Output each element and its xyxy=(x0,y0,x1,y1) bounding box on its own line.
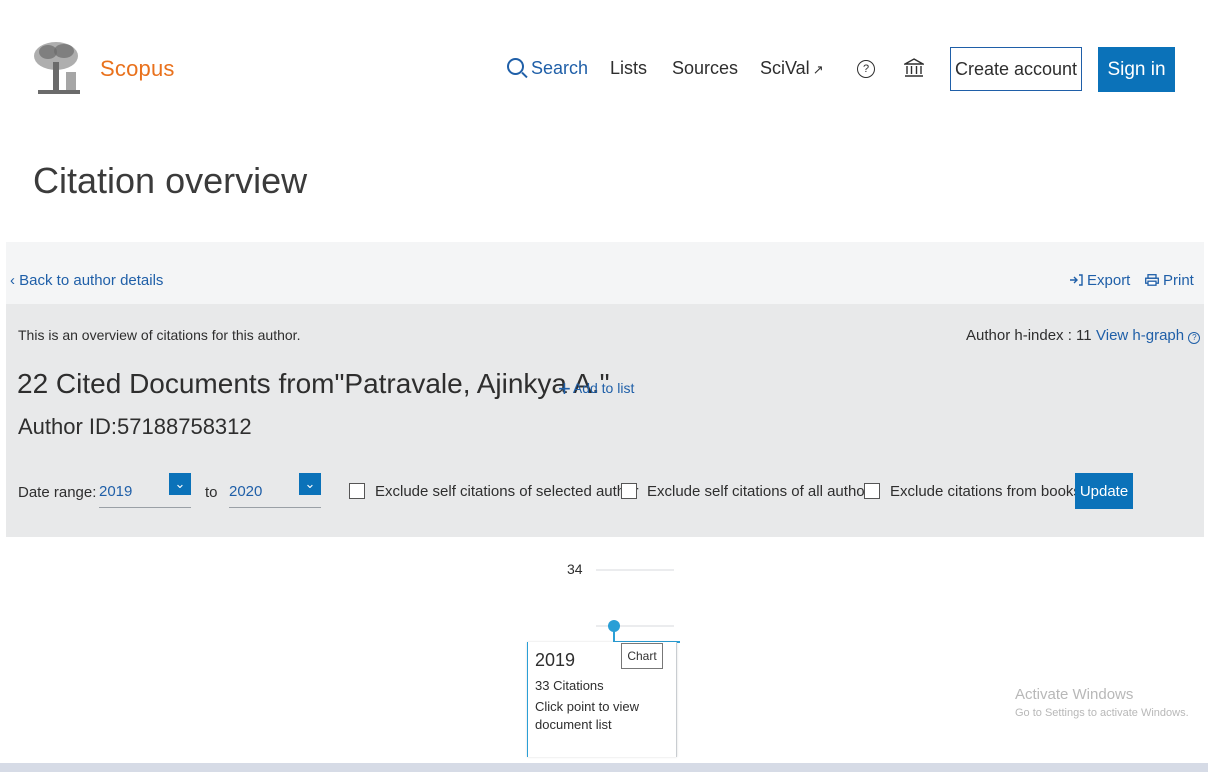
chart-badge: Chart xyxy=(621,643,663,669)
add-to-list-label: Add to list xyxy=(572,380,635,396)
nav-search[interactable]: Search xyxy=(507,58,588,79)
date-from-select[interactable]: 2019 ⌄ xyxy=(99,473,191,508)
cited-documents-title: 22 Cited Documents from"Patravale, Ajink… xyxy=(17,368,610,399)
date-from-value: 2019 xyxy=(99,483,133,500)
add-to-list-button[interactable]: + Add to list xyxy=(558,376,634,402)
date-to-value: 2020 xyxy=(229,483,263,500)
activate-windows-watermark: Activate Windows Go to Settings to activ… xyxy=(1015,686,1189,719)
windows-taskbar xyxy=(0,763,1208,772)
data-point-2019[interactable] xyxy=(608,620,620,632)
nav-lists[interactable]: Lists xyxy=(610,58,647,79)
date-to-select[interactable]: 2020 ⌄ xyxy=(229,473,321,508)
export-icon xyxy=(1070,274,1083,286)
h-graph-label: View h-graph xyxy=(1096,327,1185,344)
update-button[interactable]: Update xyxy=(1075,473,1133,509)
date-range-label: Date range: xyxy=(18,484,97,501)
exclude-self-selected-label: Exclude self citations of selected autho… xyxy=(375,483,639,500)
help-icon[interactable]: ? xyxy=(857,60,875,78)
create-account-button[interactable]: Create account xyxy=(950,47,1082,91)
exclude-self-all-checkbox[interactable] xyxy=(621,483,637,499)
nav-scival[interactable]: SciVal ↗ xyxy=(760,58,824,79)
author-h-index: Author h-index : 11 xyxy=(966,327,1092,344)
chevron-left-icon: ‹ xyxy=(10,272,15,289)
nav-scival-label: SciVal xyxy=(760,58,810,78)
watermark-title: Activate Windows xyxy=(1015,686,1134,703)
chevron-down-icon: ⌄ xyxy=(169,473,191,495)
view-h-graph-link[interactable]: View h-graph ? xyxy=(1096,327,1201,344)
search-icon xyxy=(507,58,524,75)
external-link-icon: ↗ xyxy=(812,62,824,77)
export-link[interactable]: Export xyxy=(1069,272,1130,289)
print-link[interactable]: Print xyxy=(1145,272,1194,289)
date-to-label: to xyxy=(205,484,218,501)
print-label: Print xyxy=(1163,272,1194,289)
back-to-author-link[interactable]: ‹ Back to author details xyxy=(10,272,163,289)
watermark-subtitle: Go to Settings to activate Windows. xyxy=(1015,707,1189,719)
export-label: Export xyxy=(1087,272,1131,289)
nav-search-label: Search xyxy=(531,58,589,78)
plus-icon: + xyxy=(558,376,571,401)
exclude-books-label: Exclude citations from books xyxy=(890,483,1081,500)
exclude-self-all-label: Exclude self citations of all authors xyxy=(647,483,878,500)
overview-note: This is an overview of citations for thi… xyxy=(18,327,301,343)
help-icon: ? xyxy=(1188,332,1201,344)
tooltip-hint: Click point to view document list xyxy=(535,699,640,732)
nav-sources[interactable]: Sources xyxy=(672,58,738,79)
back-bar xyxy=(6,242,1204,304)
chevron-down-icon: ⌄ xyxy=(299,473,321,495)
scopus-brand[interactable]: Scopus xyxy=(100,56,175,82)
back-link-label: Back to author details xyxy=(19,272,164,289)
tooltip-citations: 33 Citations xyxy=(535,678,604,693)
author-id: Author ID:57188758312 xyxy=(18,414,252,439)
tooltip-year: 2019 xyxy=(535,650,576,670)
exclude-books-checkbox[interactable] xyxy=(864,483,880,499)
exclude-self-selected-checkbox[interactable] xyxy=(349,483,365,499)
institution-icon[interactable] xyxy=(904,58,924,78)
elsevier-tree-logo xyxy=(30,38,88,98)
page-title: Citation overview xyxy=(33,160,308,201)
print-icon xyxy=(1145,274,1159,286)
sign-in-button[interactable]: Sign in xyxy=(1098,47,1175,92)
